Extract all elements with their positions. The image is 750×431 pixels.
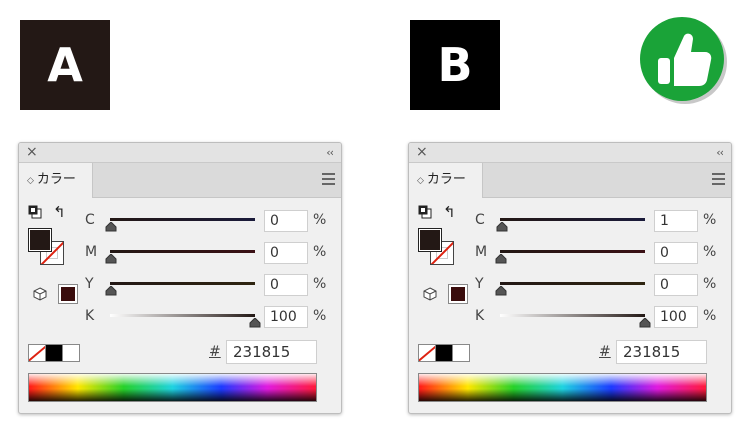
panel-tabstrip: ◇ カラー bbox=[19, 163, 341, 198]
value-field-c[interactable]: 1 bbox=[654, 210, 698, 232]
panel-tabstrip: ◇ カラー bbox=[409, 163, 731, 198]
percent-label: % bbox=[703, 276, 717, 292]
close-icon[interactable]: × bbox=[26, 143, 38, 162]
channel-label: C bbox=[85, 212, 95, 228]
tab-arrows-icon: ◇ bbox=[27, 176, 34, 186]
slider-track-k[interactable] bbox=[500, 314, 645, 317]
badge-b: B bbox=[410, 20, 500, 110]
channel-label: M bbox=[85, 244, 98, 260]
slider-track-m[interactable] bbox=[500, 250, 645, 253]
channel-label: C bbox=[475, 212, 485, 228]
hex-hash-label: # bbox=[599, 344, 611, 360]
channel-row-m: M 0 % bbox=[409, 242, 731, 266]
panel-menu-icon[interactable] bbox=[322, 173, 335, 185]
quick-swatches bbox=[28, 344, 80, 362]
panel-titlebar: × ‹‹ bbox=[409, 143, 731, 163]
channel-label: M bbox=[475, 244, 488, 260]
slider-track-k[interactable] bbox=[110, 314, 255, 317]
collapse-icon[interactable]: ‹‹ bbox=[326, 143, 334, 162]
channel-row-c: C 0 % bbox=[19, 210, 341, 234]
hex-field[interactable]: 231815 bbox=[226, 340, 317, 364]
slider-track-y[interactable] bbox=[500, 282, 645, 285]
collapse-icon[interactable]: ‹‹ bbox=[716, 143, 724, 162]
black-swatch[interactable] bbox=[45, 345, 62, 361]
channel-label: Y bbox=[475, 276, 484, 292]
percent-label: % bbox=[313, 308, 327, 324]
tab-color[interactable]: ◇ カラー bbox=[409, 163, 483, 198]
color-spectrum[interactable] bbox=[28, 373, 317, 402]
thumbs-up-icon bbox=[638, 14, 730, 106]
channel-label: Y bbox=[85, 276, 94, 292]
white-swatch[interactable] bbox=[62, 345, 79, 361]
panel-titlebar: × ‹‹ bbox=[19, 143, 341, 163]
badge-a: A bbox=[20, 20, 110, 110]
channel-row-m: M 0 % bbox=[19, 242, 341, 266]
color-panel-b: × ‹‹ ◇ カラー ↰ C 1 % M 0 % Y 0 % K 100 % #… bbox=[408, 142, 732, 414]
channel-row-y: Y 0 % bbox=[19, 274, 341, 298]
close-icon[interactable]: × bbox=[416, 143, 428, 162]
none-swatch[interactable] bbox=[419, 345, 435, 361]
percent-label: % bbox=[313, 212, 327, 228]
white-swatch[interactable] bbox=[452, 345, 469, 361]
hex-field[interactable]: 231815 bbox=[616, 340, 707, 364]
value-field-m[interactable]: 0 bbox=[264, 242, 308, 264]
tab-label: カラー bbox=[36, 172, 76, 187]
channel-row-c: C 1 % bbox=[409, 210, 731, 234]
black-swatch[interactable] bbox=[435, 345, 452, 361]
slider-track-c[interactable] bbox=[500, 218, 645, 221]
panel-menu-icon[interactable] bbox=[712, 173, 725, 185]
percent-label: % bbox=[703, 308, 717, 324]
slider-track-y[interactable] bbox=[110, 282, 255, 285]
quick-swatches bbox=[418, 344, 470, 362]
value-field-k[interactable]: 100 bbox=[264, 306, 308, 328]
value-field-m[interactable]: 0 bbox=[654, 242, 698, 264]
channel-row-y: Y 0 % bbox=[409, 274, 731, 298]
value-field-y[interactable]: 0 bbox=[654, 274, 698, 296]
color-panel-a: × ‹‹ ◇ カラー ↰ C 0 % M 0 % Y 0 % K 100 % #… bbox=[18, 142, 342, 414]
value-field-c[interactable]: 0 bbox=[264, 210, 308, 232]
channel-row-k: K 100 % bbox=[409, 306, 731, 330]
percent-label: % bbox=[313, 276, 327, 292]
none-swatch[interactable] bbox=[29, 345, 45, 361]
slider-track-m[interactable] bbox=[110, 250, 255, 253]
value-field-y[interactable]: 0 bbox=[264, 274, 308, 296]
percent-label: % bbox=[313, 244, 327, 260]
tab-color[interactable]: ◇ カラー bbox=[19, 163, 93, 198]
value-field-k[interactable]: 100 bbox=[654, 306, 698, 328]
channel-row-k: K 100 % bbox=[19, 306, 341, 330]
percent-label: % bbox=[703, 244, 717, 260]
percent-label: % bbox=[703, 212, 717, 228]
tab-arrows-icon: ◇ bbox=[417, 176, 424, 186]
slider-track-c[interactable] bbox=[110, 218, 255, 221]
channel-label: K bbox=[475, 308, 485, 324]
color-spectrum[interactable] bbox=[418, 373, 707, 402]
tab-label: カラー bbox=[426, 172, 466, 187]
hex-hash-label: # bbox=[209, 344, 221, 360]
channel-label: K bbox=[85, 308, 95, 324]
